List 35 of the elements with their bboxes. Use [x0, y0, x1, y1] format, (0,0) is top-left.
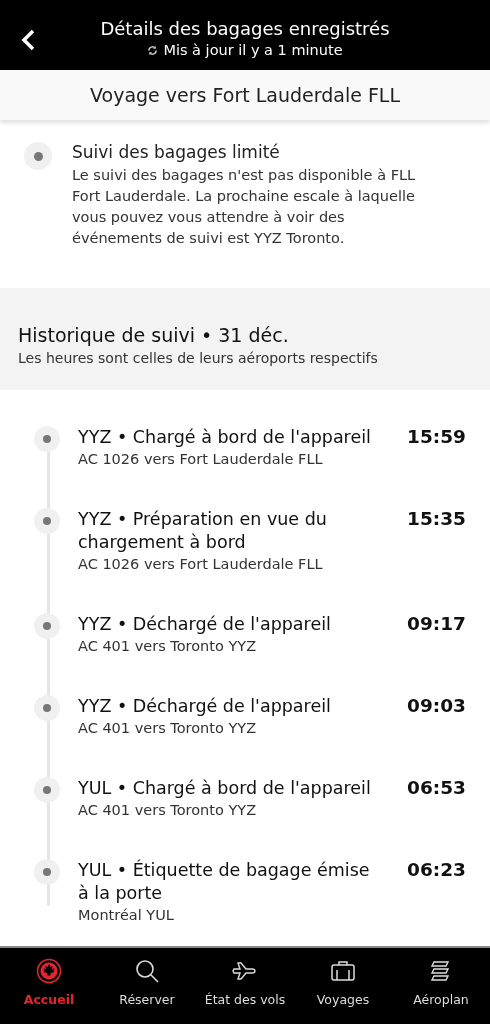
history-title: Historique de suivi • 31 déc.	[18, 324, 290, 346]
search-icon	[134, 958, 160, 984]
nav-tab[interactable]: Aéroplan	[392, 948, 490, 1024]
event-title: YYZ • Déchargé de l'appareil	[78, 613, 332, 636]
event-detail: Montréal YUL	[78, 907, 175, 923]
event-title: YYZ • Déchargé de l'appareil	[78, 695, 332, 718]
maple-leaf-icon	[36, 958, 62, 984]
notice-title: Suivi des bagages limité	[72, 142, 281, 162]
nav-tab[interactable]: Réserver	[98, 948, 196, 1024]
event-time: 09:03	[406, 695, 466, 718]
nav-tab[interactable]: Accueil	[0, 948, 98, 1024]
screen-title: Détails des bagages enregistrés	[100, 18, 390, 39]
nav-tab[interactable]: Voyages	[294, 948, 392, 1024]
status-dot-icon	[24, 142, 52, 170]
event-title: YYZ • Préparation en vue du chargement à bord	[78, 508, 328, 554]
event-detail: AC 401 vers Toronto YYZ	[78, 638, 258, 654]
trip-title: Voyage vers Fort Lauderdale FLL	[90, 84, 400, 106]
event-detail: AC 401 vers Toronto YYZ	[78, 802, 258, 818]
event-time: 09:17	[406, 613, 466, 636]
event-title: YUL • Étiquette de bagage émise à la porte	[78, 859, 371, 905]
event-time: 06:53	[406, 777, 466, 800]
nav-tab[interactable]: État des vols	[196, 948, 294, 1024]
event-detail: AC 1026 vers Fort Lauderdale FLL	[78, 451, 324, 467]
event-detail: AC 401 vers Toronto YYZ	[78, 720, 258, 736]
notice-text: Le suivi des bagages n'est pas disponible à FLL Fort Lauderdale. La prochaine escale à laquelle vous pouvez vous attendre à voir des événements de suivi est YYZ Toronto.	[72, 166, 417, 248]
event-time: 15:35	[406, 508, 466, 531]
event-detail: AC 1026 vers Fort Lauderdale FLL	[78, 556, 324, 572]
event-time: 06:23	[406, 859, 466, 882]
event-title: YYZ • Chargé à bord de l'appareil	[78, 426, 372, 449]
update-status: Mis à jour il y a 1 minute	[163, 42, 343, 58]
refresh-icon	[147, 44, 159, 56]
history-subtitle: Les heures sont celles de leurs aéroports respectifs	[18, 350, 379, 366]
event-time: 15:59	[406, 426, 466, 449]
suitcase-icon	[330, 958, 356, 984]
event-title: YUL • Chargé à bord de l'appareil	[78, 777, 372, 800]
